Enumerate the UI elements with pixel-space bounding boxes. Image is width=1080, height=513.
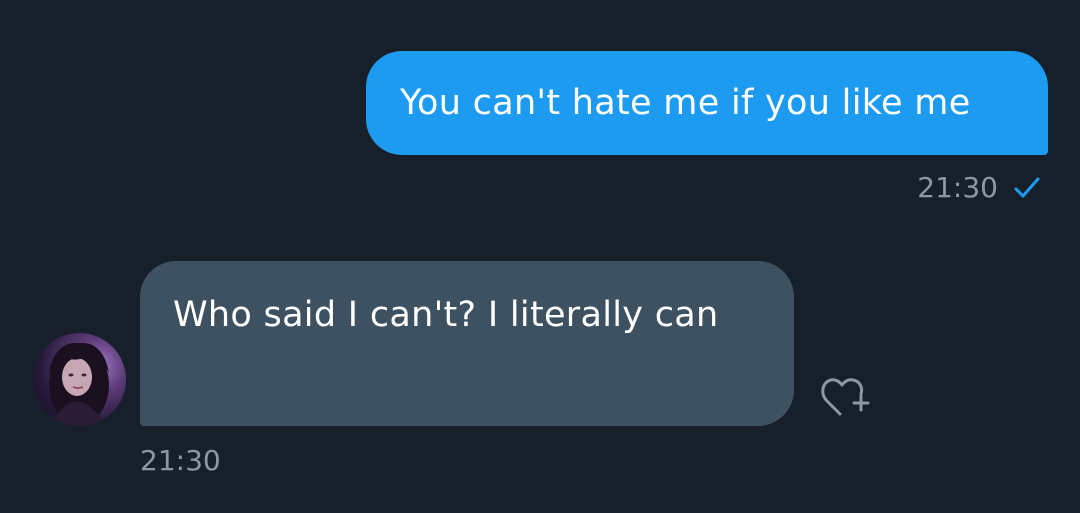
outgoing-message-meta: 21:30	[917, 171, 1042, 205]
outgoing-message-time: 21:30	[917, 171, 998, 204]
incoming-message-time: 21:30	[140, 444, 221, 477]
heart-plus-icon[interactable]	[818, 371, 876, 419]
incoming-message-bubble[interactable]: Who said I can't? I literally can	[140, 261, 794, 426]
avatar-image	[49, 342, 109, 426]
incoming-message-text: Who said I can't? I literally can	[173, 295, 719, 335]
outgoing-message-bubble[interactable]: You can't hate me if you like me	[366, 51, 1048, 155]
outgoing-message-text: You can't hate me if you like me	[400, 83, 971, 123]
check-icon	[1014, 177, 1040, 198]
avatar[interactable]	[33, 333, 126, 426]
